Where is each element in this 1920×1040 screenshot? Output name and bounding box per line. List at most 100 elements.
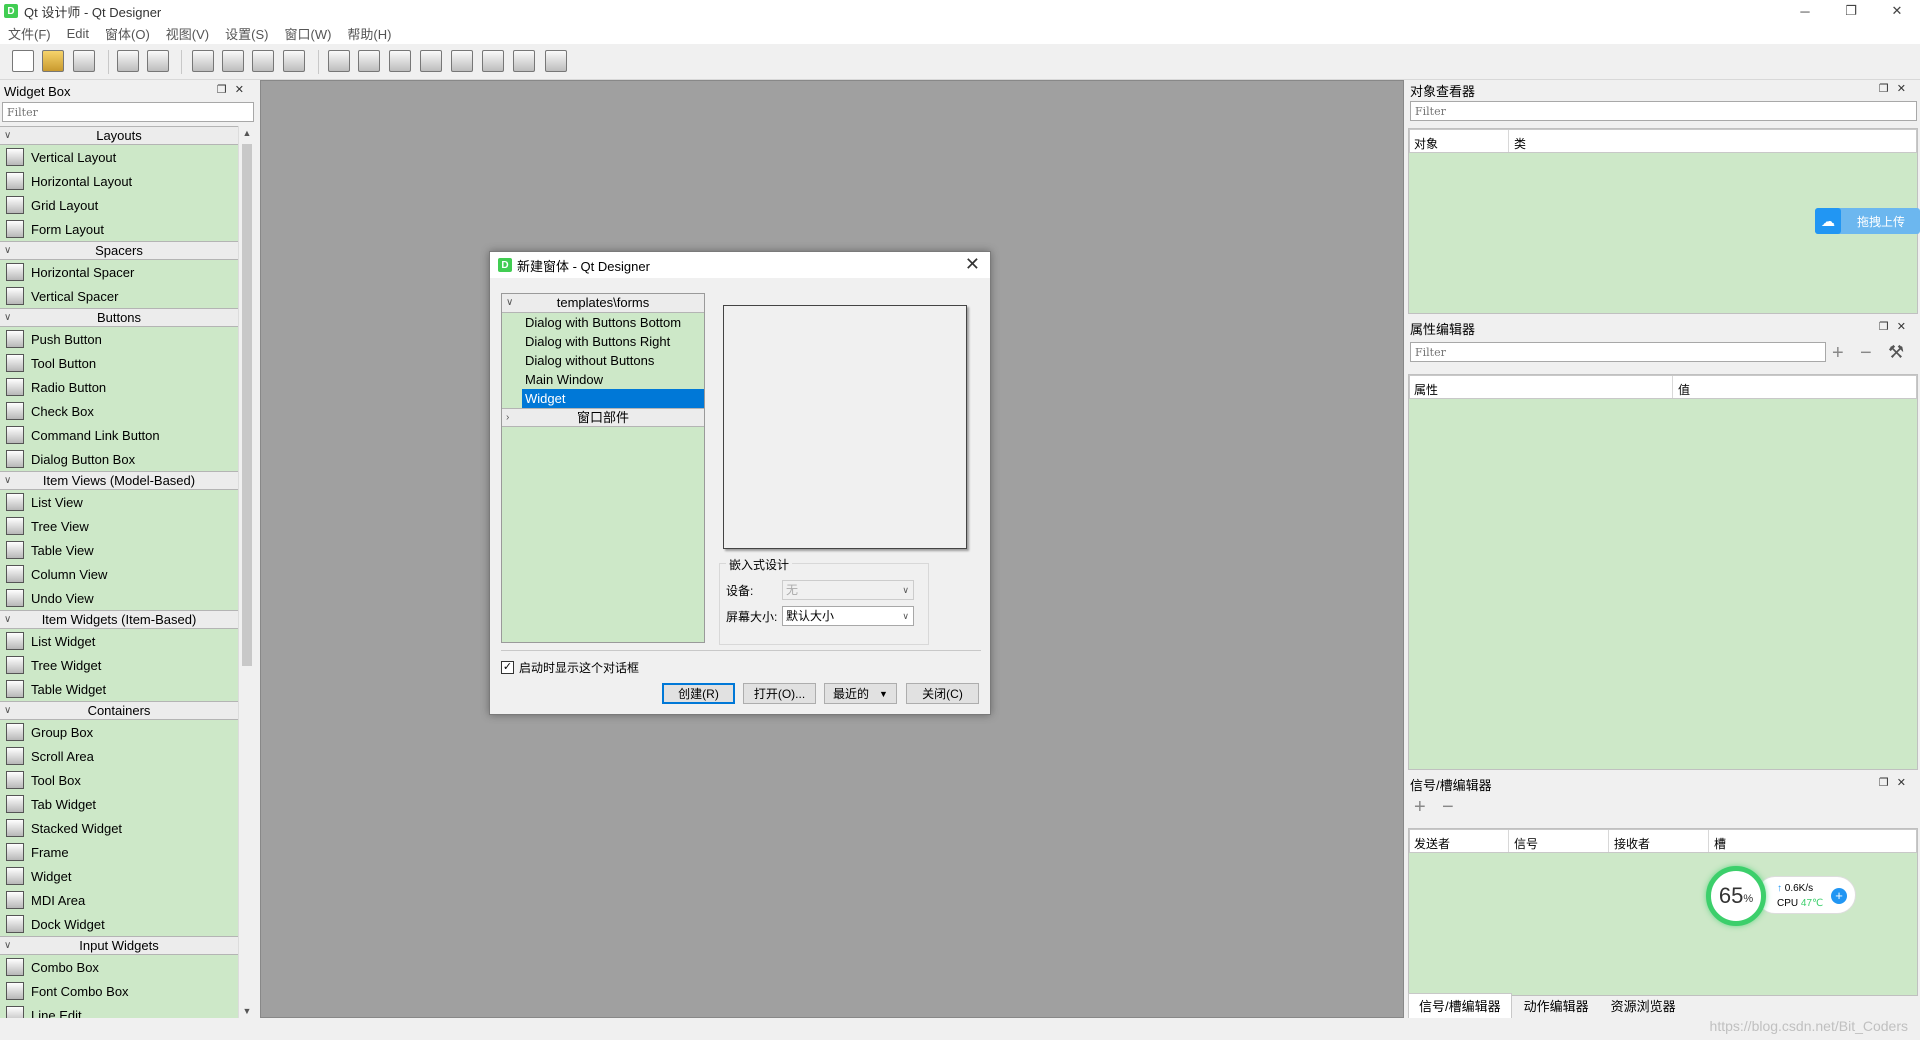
tab-signal-slot-editor[interactable]: 信号/槽编辑器: [1408, 993, 1512, 1018]
lay-out-horizontally-icon[interactable]: [328, 50, 352, 74]
new-form-icon[interactable]: [12, 50, 36, 74]
widget-item[interactable]: Push Button: [0, 327, 238, 351]
close-icon[interactable]: ✕: [1897, 321, 1914, 333]
close-icon[interactable]: ✕: [235, 84, 252, 96]
widget-category[interactable]: ∨ Spacers: [0, 241, 238, 260]
widget-item[interactable]: Dialog Button Box: [0, 447, 238, 471]
lay-out-form-icon[interactable]: [482, 50, 506, 74]
plus-icon[interactable]: +: [1831, 888, 1847, 904]
float-icon[interactable]: ❐: [1879, 83, 1897, 95]
widget-item[interactable]: Form Layout: [0, 217, 238, 241]
column-signal[interactable]: 信号: [1514, 835, 1538, 852]
widget-item[interactable]: Tool Button: [0, 351, 238, 375]
widget-item[interactable]: Command Link Button: [0, 423, 238, 447]
widget-item[interactable]: List View: [0, 490, 238, 514]
widget-item[interactable]: Group Box: [0, 720, 238, 744]
show-on-startup-checkbox[interactable]: ✓ 启动时显示这个对话框: [501, 659, 639, 676]
widget-item[interactable]: Tree View: [0, 514, 238, 538]
widget-item[interactable]: Line Edit: [0, 1003, 238, 1018]
widget-category[interactable]: ∨ Item Widgets (Item-Based): [0, 610, 238, 629]
add-connection-icon[interactable]: +: [1414, 796, 1426, 819]
edit-buddies-icon[interactable]: [252, 50, 276, 74]
widget-category[interactable]: ∨ Containers: [0, 701, 238, 720]
edit-signals-slots-icon[interactable]: [222, 50, 246, 74]
float-icon[interactable]: ❐: [1879, 777, 1897, 789]
chevron-down-icon[interactable]: ∨: [4, 472, 11, 489]
widget-item[interactable]: MDI Area: [0, 888, 238, 912]
maximize-button[interactable]: ❐: [1828, 0, 1874, 22]
widget-item[interactable]: Frame: [0, 840, 238, 864]
widget-item[interactable]: Column View: [0, 562, 238, 586]
menu-file[interactable]: 文件(F): [8, 24, 51, 43]
chevron-down-icon[interactable]: ∨: [4, 611, 11, 628]
chevron-down-icon[interactable]: ∨: [506, 294, 513, 312]
widget-item[interactable]: Radio Button: [0, 375, 238, 399]
menu-view[interactable]: 视图(V): [166, 24, 209, 43]
adjust-size-icon[interactable]: [545, 50, 569, 74]
widget-item[interactable]: Check Box: [0, 399, 238, 423]
template-item[interactable]: Dialog with Buttons Bottom: [502, 313, 704, 332]
widget-item[interactable]: Widget: [0, 864, 238, 888]
property-editor-filter-input[interactable]: [1410, 342, 1826, 362]
widget-item[interactable]: Scroll Area: [0, 744, 238, 768]
widget-item[interactable]: Combo Box: [0, 955, 238, 979]
widget-item[interactable]: Stacked Widget: [0, 816, 238, 840]
edit-tab-order-icon[interactable]: [283, 50, 307, 74]
bring-to-front-icon[interactable]: [117, 50, 141, 74]
column-class[interactable]: 类: [1514, 135, 1526, 152]
widget-item[interactable]: Horizontal Layout: [0, 169, 238, 193]
menu-edit[interactable]: Edit: [67, 26, 89, 41]
template-tree[interactable]: ∨ templates\forms Dialog with Buttons Bot…: [501, 293, 705, 643]
column-sender[interactable]: 发送者: [1414, 835, 1450, 852]
break-layout-icon[interactable]: [513, 50, 537, 74]
menu-settings[interactable]: 设置(S): [225, 24, 268, 43]
widget-item[interactable]: Horizontal Spacer: [0, 260, 238, 284]
edit-widgets-icon[interactable]: [192, 50, 216, 74]
chevron-down-icon[interactable]: ∨: [4, 242, 11, 259]
template-item[interactable]: Main Window: [502, 370, 704, 389]
widget-category[interactable]: ∨ Layouts: [0, 126, 238, 145]
save-form-icon[interactable]: [73, 50, 97, 74]
close-window-button[interactable]: ✕: [1874, 0, 1920, 22]
widget-item[interactable]: Font Combo Box: [0, 979, 238, 1003]
column-value[interactable]: 值: [1678, 381, 1690, 398]
template-item[interactable]: Dialog with Buttons Right: [502, 332, 704, 351]
object-inspector-filter-input[interactable]: [1410, 101, 1917, 121]
remove-connection-icon[interactable]: −: [1442, 796, 1454, 819]
send-to-back-icon[interactable]: [147, 50, 171, 74]
create-button[interactable]: 创建(R): [662, 683, 735, 704]
template-item[interactable]: Dialog without Buttons: [502, 351, 704, 370]
menu-form[interactable]: 窗体(O): [105, 24, 150, 43]
checkmark-icon[interactable]: ✓: [501, 661, 514, 674]
tree-category-templates[interactable]: ∨ templates\forms: [502, 294, 704, 313]
drag-upload-widget[interactable]: ☁ 拖拽上传: [1815, 208, 1920, 234]
widget-item[interactable]: Dock Widget: [0, 912, 238, 936]
close-button[interactable]: 关闭(C): [906, 683, 979, 704]
remove-property-icon[interactable]: −: [1860, 342, 1872, 365]
float-icon[interactable]: ❐: [1879, 321, 1897, 333]
lay-out-vertically-icon[interactable]: [358, 50, 382, 74]
column-property[interactable]: 属性: [1414, 381, 1438, 398]
widget-item[interactable]: Table View: [0, 538, 238, 562]
chevron-down-icon[interactable]: ∨: [4, 309, 11, 326]
widget-item[interactable]: Vertical Layout: [0, 145, 238, 169]
lay-out-grid-icon[interactable]: [451, 50, 475, 74]
widget-item[interactable]: Tree Widget: [0, 653, 238, 677]
tree-category-widgets[interactable]: › 窗口部件: [502, 408, 704, 427]
chevron-down-icon[interactable]: ∨: [4, 127, 11, 144]
recent-button[interactable]: 最近的 ▼: [824, 683, 897, 704]
column-slot[interactable]: 槽: [1714, 835, 1726, 852]
widget-category[interactable]: ∨ Item Views (Model-Based): [0, 471, 238, 490]
add-property-icon[interactable]: +: [1832, 342, 1844, 365]
screen-size-combo[interactable]: 默认大小 ∨: [782, 606, 914, 626]
widget-item[interactable]: Undo View: [0, 586, 238, 610]
widget-category[interactable]: ∨ Input Widgets: [0, 936, 238, 955]
widget-category[interactable]: ∨ Buttons: [0, 308, 238, 327]
open-button[interactable]: 打开(O)...: [743, 683, 816, 704]
chevron-down-icon[interactable]: ∨: [4, 702, 11, 719]
dialog-close-icon[interactable]: ✕: [965, 254, 980, 275]
chevron-down-icon[interactable]: ∨: [4, 937, 11, 954]
widget-box-filter-input[interactable]: [2, 102, 254, 122]
close-icon[interactable]: ✕: [1897, 83, 1914, 95]
property-table[interactable]: 属性 值: [1408, 374, 1918, 770]
